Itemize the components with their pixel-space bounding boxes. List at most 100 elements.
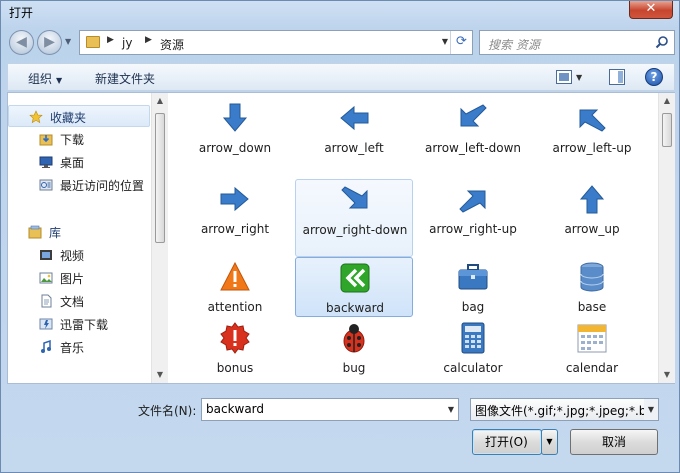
file-item-label: backward	[325, 301, 385, 315]
breadcrumb-jy[interactable]: jy	[122, 36, 132, 50]
view-dropdown-icon[interactable]: ▼	[576, 73, 582, 82]
documents-icon	[41, 294, 52, 308]
nav-item-star[interactable]: 收藏夹	[8, 105, 150, 127]
address-dropdown-icon[interactable]: ▼	[442, 37, 448, 46]
scroll-up-icon[interactable]: ▲	[152, 93, 168, 109]
arrow-up-icon	[579, 185, 605, 214]
file-item[interactable]: arrow_left	[295, 98, 413, 158]
file-item-label: bag	[461, 300, 485, 314]
search-box[interactable]: 搜索 资源	[479, 30, 675, 55]
file-type-select[interactable]: 图像文件(*.gif;*.jpg;*.jpeg;*.br ▼	[470, 398, 659, 421]
nav-item-pictures[interactable]: 图片	[8, 267, 150, 289]
file-item[interactable]: arrow_left-up	[533, 98, 651, 158]
nav-item-recent-places[interactable]: 最近访问的位置	[8, 174, 150, 196]
file-item[interactable]: arrow_up	[533, 179, 651, 239]
arrow-down-icon	[222, 103, 248, 132]
file-list-scrollbar[interactable]: ▲ ▼	[658, 93, 675, 383]
refresh-button[interactable]: ⟳	[450, 31, 472, 54]
arrow-left-icon	[340, 105, 369, 131]
navigation-pane: 收藏夹下载 桌面最近访问的位置库视频图片文档 迅雷下载音乐	[8, 93, 150, 383]
recent-places-icon	[39, 179, 53, 191]
file-item[interactable]: arrow_right-down	[295, 179, 413, 257]
close-button[interactable]: ✕	[629, 1, 673, 19]
attention-icon	[220, 261, 250, 291]
open-file-dialog: 打开 ✕ ◀ ▶ ▼ ▶ jy ▶ 资源 ▼ ⟳ 搜索 资源 组织 ▼ 新建文件夹	[0, 0, 680, 473]
search-icon[interactable]	[655, 35, 669, 49]
search-input[interactable]: 搜索 资源	[488, 36, 540, 53]
change-view-icon[interactable]	[556, 70, 572, 84]
arrow-left-up-icon	[579, 109, 606, 132]
filename-value[interactable]: backward	[206, 402, 264, 416]
nav-item-label: 最近访问的位置	[60, 179, 145, 193]
file-type-value: 图像文件(*.gif;*.jpg;*.jpeg;*.br	[475, 404, 652, 418]
nav-item-label: 音乐	[60, 341, 85, 355]
scroll-thumb[interactable]	[662, 113, 672, 147]
file-item-label: calculator	[443, 361, 503, 375]
file-item-label: arrow_up	[564, 222, 620, 236]
file-item[interactable]: calculator	[414, 318, 532, 378]
nav-item-label: 图片	[60, 272, 85, 286]
open-options-dropdown-icon[interactable]: ▼	[541, 429, 558, 455]
filename-dropdown-icon[interactable]: ▼	[448, 405, 454, 414]
filename-label: 文件名(N):	[138, 404, 197, 418]
forward-button[interactable]: ▶	[37, 30, 62, 55]
calendar-icon	[577, 324, 607, 353]
music-icon	[41, 340, 51, 353]
help-icon[interactable]: ?	[645, 68, 663, 86]
nav-item-downloads[interactable]: 下载	[8, 128, 150, 150]
nav-item-desktop[interactable]: 桌面	[8, 151, 150, 173]
history-dropdown-icon[interactable]: ▼	[65, 37, 71, 46]
file-item[interactable]: bag	[414, 257, 532, 317]
address-bar[interactable]: ▶ jy ▶ 资源 ▼ ⟳	[79, 30, 473, 55]
file-type-dropdown-icon[interactable]: ▼	[644, 399, 658, 420]
chevron-down-icon: ▼	[56, 76, 63, 85]
file-item[interactable]: base	[533, 257, 651, 317]
file-item[interactable]: bug	[295, 318, 413, 378]
star-icon	[29, 110, 43, 124]
navigation-scrollbar[interactable]: ▲ ▼	[151, 93, 168, 383]
open-button[interactable]: 打开(O)	[472, 429, 542, 455]
file-item-label: arrow_right-down	[302, 223, 408, 237]
file-item-label: bug	[342, 361, 366, 375]
organize-button[interactable]: 组织 ▼	[28, 70, 62, 87]
preview-pane-icon[interactable]	[609, 69, 625, 85]
file-item-label: attention	[207, 300, 263, 314]
nav-item-label: 收藏夹	[50, 111, 87, 125]
file-item-label: arrow_right	[200, 222, 270, 236]
address-row: ◀ ▶ ▼ ▶ jy ▶ 资源 ▼ ⟳ 搜索 资源	[7, 29, 675, 57]
file-item[interactable]: backward	[295, 257, 413, 317]
scroll-thumb[interactable]	[155, 113, 165, 243]
scroll-down-icon[interactable]: ▼	[659, 367, 675, 383]
file-item[interactable]: bonus	[176, 318, 294, 378]
file-item[interactable]: arrow_right	[176, 179, 294, 239]
cancel-button[interactable]: 取消	[570, 429, 658, 455]
new-folder-button[interactable]: 新建文件夹	[95, 70, 155, 87]
back-button[interactable]: ◀	[9, 30, 34, 55]
scroll-down-icon[interactable]: ▼	[152, 367, 168, 383]
nav-item-library[interactable]: 库	[8, 221, 150, 243]
bonus-icon	[220, 322, 250, 354]
pictures-icon	[39, 272, 53, 284]
file-item-label: arrow_left-up	[552, 141, 632, 155]
nav-item-music[interactable]: 音乐	[8, 336, 150, 358]
breadcrumb-resources[interactable]: 资源	[160, 36, 184, 53]
nav-item-video[interactable]: 视频	[8, 244, 150, 266]
file-item[interactable]: arrow_right-up	[414, 179, 532, 239]
scroll-up-icon[interactable]: ▲	[659, 93, 675, 109]
file-item[interactable]: calendar	[533, 318, 651, 378]
database-icon	[580, 262, 604, 292]
nav-item-thunder-download[interactable]: 迅雷下载	[8, 313, 150, 335]
downloads-icon	[39, 134, 53, 146]
filename-input[interactable]: backward ▼	[201, 398, 459, 421]
breadcrumb-separator-icon[interactable]: ▶	[145, 35, 152, 45]
video-icon	[40, 250, 52, 260]
breadcrumb-separator-icon[interactable]: ▶	[107, 35, 114, 45]
title-bar: 打开 ✕	[1, 1, 679, 23]
nav-item-documents[interactable]: 文档	[8, 290, 150, 312]
file-item-label: arrow_right-up	[429, 222, 517, 236]
file-item[interactable]: arrow_left-down	[414, 98, 532, 176]
thunder-download-icon	[39, 318, 53, 330]
file-item-label: calendar	[565, 361, 619, 375]
file-item[interactable]: attention	[176, 257, 294, 317]
file-item[interactable]: arrow_down	[176, 98, 294, 158]
